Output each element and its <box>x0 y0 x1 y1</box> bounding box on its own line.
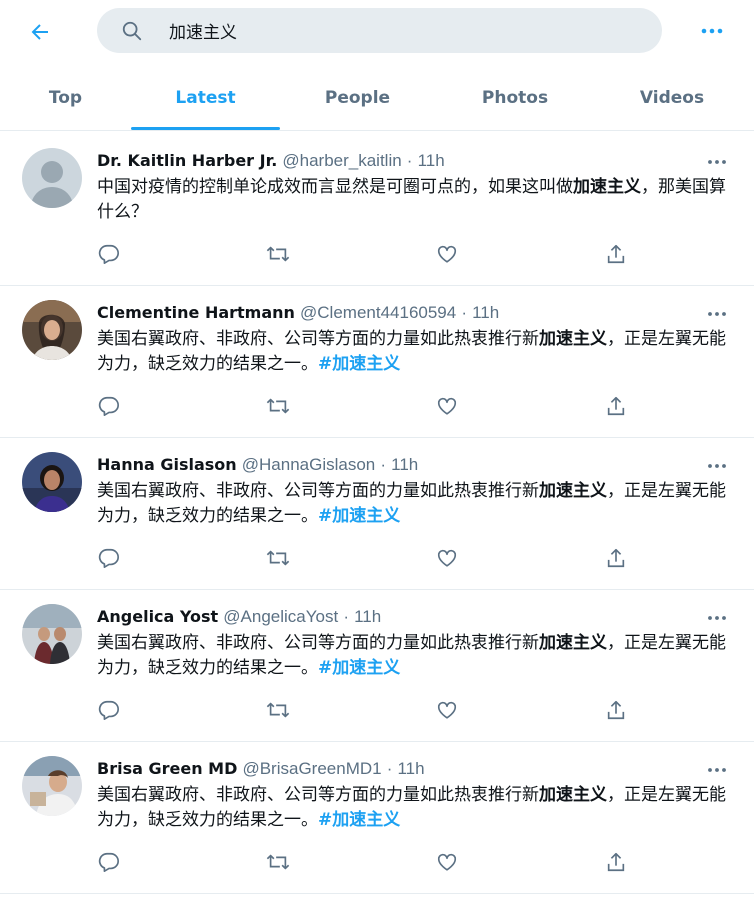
hashtag-link[interactable]: #加速主义 <box>318 506 400 526</box>
separator: · <box>380 455 387 474</box>
tweet-text: 美国右翼政府、非政府、公司等方面的力量如此热衷推行新加速主义，正是左翼无能为力，… <box>97 479 727 529</box>
timestamp[interactable]: 11h <box>397 759 424 778</box>
tweet-header: Brisa Green MD @BrisaGreenMD1 · 11h <box>97 758 425 780</box>
tweet-text-before: 美国右翼政府、非政府、公司等方面的力量如此热衷推行新 <box>97 481 539 501</box>
avatar[interactable] <box>22 300 82 360</box>
separator: · <box>406 151 413 170</box>
tweet-text-before: 美国右翼政府、非政府、公司等方面的力量如此热衷推行新 <box>97 633 539 653</box>
timestamp[interactable]: 11h <box>418 151 445 170</box>
avatar[interactable] <box>22 604 82 664</box>
author-handle[interactable]: @Clement44160594 <box>300 303 456 322</box>
heart-icon[interactable] <box>435 850 459 874</box>
search-tabs: Top Latest People Photos Videos <box>0 66 754 130</box>
tweet[interactable]: Angelica Yost @AngelicaYost · 11h 美国右翼政府、… <box>0 590 754 742</box>
search-header: 加速主义 Top Latest People Photos Videos <box>0 0 754 131</box>
retweet-icon[interactable] <box>266 546 290 570</box>
tweet[interactable]: Hanna Gislason @HannaGislason · 11h 美国右翼政… <box>0 438 754 590</box>
reply-icon[interactable] <box>97 850 121 874</box>
tweet-text: 美国右翼政府、非政府、公司等方面的力量如此热衷推行新加速主义，正是左翼无能为力，… <box>97 783 727 833</box>
tweet[interactable]: Brisa Green MD @BrisaGreenMD1 · 11h 美国右翼政… <box>0 742 754 894</box>
back-arrow-icon[interactable] <box>24 16 56 48</box>
retweet-icon[interactable] <box>266 698 290 722</box>
avatar[interactable] <box>22 148 82 208</box>
retweet-icon[interactable] <box>266 242 290 266</box>
tweet-actions <box>97 698 637 722</box>
separator: · <box>386 759 393 778</box>
retweet-icon[interactable] <box>266 850 290 874</box>
share-icon[interactable] <box>604 698 628 722</box>
tweet-text-highlight: 加速主义 <box>573 177 641 197</box>
more-horizontal-icon[interactable] <box>704 456 730 476</box>
author-name[interactable]: Clementine Hartmann <box>97 303 295 322</box>
share-icon[interactable] <box>604 394 628 418</box>
tab-latest[interactable]: Latest <box>131 66 280 130</box>
tweet-text-highlight: 加速主义 <box>539 785 607 805</box>
more-horizontal-icon[interactable] <box>694 16 730 46</box>
tweet-actions <box>97 242 637 266</box>
avatar[interactable] <box>22 452 82 512</box>
author-name[interactable]: Dr. Kaitlin Harber Jr. <box>97 151 277 170</box>
tweet-text: 美国右翼政府、非政府、公司等方面的力量如此热衷推行新加速主义，正是左翼无能为力，… <box>97 327 727 377</box>
more-horizontal-icon[interactable] <box>704 760 730 780</box>
tweet-actions <box>97 850 637 874</box>
search-query: 加速主义 <box>169 23 237 43</box>
search-input[interactable]: 加速主义 <box>97 8 662 53</box>
more-horizontal-icon[interactable] <box>704 608 730 628</box>
tab-people[interactable]: People <box>280 66 435 130</box>
tab-photos[interactable]: Photos <box>435 66 595 130</box>
tweet-text-highlight: 加速主义 <box>539 633 607 653</box>
share-icon[interactable] <box>604 546 628 570</box>
share-icon[interactable] <box>604 850 628 874</box>
tab-top[interactable]: Top <box>0 66 131 130</box>
author-handle[interactable]: @AngelicaYost <box>223 607 338 626</box>
tweet-text-highlight: 加速主义 <box>539 329 607 349</box>
more-horizontal-icon[interactable] <box>704 304 730 324</box>
tweet[interactable]: Clementine Hartmann @Clement44160594 · 1… <box>0 286 754 438</box>
tweet-text-before: 中国对疫情的控制单论成效而言显然是可圈可点的，如果这叫做 <box>97 177 573 197</box>
heart-icon[interactable] <box>435 698 459 722</box>
hashtag-link[interactable]: #加速主义 <box>318 810 400 830</box>
separator: · <box>343 607 349 626</box>
tweet-actions <box>97 546 637 570</box>
author-handle[interactable]: @HannaGislason <box>242 455 376 474</box>
avatar[interactable] <box>22 756 82 816</box>
author-name[interactable]: Angelica Yost <box>97 607 218 626</box>
tweet[interactable]: Dr. Kaitlin Harber Jr. @harber_kaitlin ·… <box>0 134 754 286</box>
retweet-icon[interactable] <box>266 394 290 418</box>
heart-icon[interactable] <box>435 394 459 418</box>
search-icon <box>122 21 142 40</box>
tweet-text-before: 美国右翼政府、非政府、公司等方面的力量如此热衷推行新 <box>97 329 539 349</box>
share-icon[interactable] <box>604 242 628 266</box>
more-horizontal-icon[interactable] <box>704 152 730 172</box>
author-name[interactable]: Hanna Gislason <box>97 455 237 474</box>
separator: · <box>461 303 467 322</box>
heart-icon[interactable] <box>435 242 459 266</box>
tweet-text-before: 美国右翼政府、非政府、公司等方面的力量如此热衷推行新 <box>97 785 539 805</box>
reply-icon[interactable] <box>97 698 121 722</box>
author-handle[interactable]: @BrisaGreenMD1 <box>242 759 381 778</box>
tweet-text: 美国右翼政府、非政府、公司等方面的力量如此热衷推行新加速主义，正是左翼无能为力，… <box>97 631 727 681</box>
tab-videos[interactable]: Videos <box>595 66 749 130</box>
hashtag-link[interactable]: #加速主义 <box>318 658 400 678</box>
tweet-header: Angelica Yost @AngelicaYost · 11h <box>97 606 381 628</box>
timestamp[interactable]: 11h <box>354 607 381 626</box>
author-handle[interactable]: @harber_kaitlin <box>282 151 401 170</box>
reply-icon[interactable] <box>97 546 121 570</box>
active-tab-indicator <box>131 127 280 130</box>
author-name[interactable]: Brisa Green MD <box>97 759 237 778</box>
tweet-text-highlight: 加速主义 <box>539 481 607 501</box>
tweet-header: Dr. Kaitlin Harber Jr. @harber_kaitlin ·… <box>97 150 445 172</box>
tweet-actions <box>97 394 637 418</box>
reply-icon[interactable] <box>97 394 121 418</box>
timestamp[interactable]: 11h <box>391 455 418 474</box>
hashtag-link[interactable]: #加速主义 <box>318 354 400 374</box>
tweet-header: Clementine Hartmann @Clement44160594 · 1… <box>97 302 499 324</box>
reply-icon[interactable] <box>97 242 121 266</box>
timestamp[interactable]: 11h <box>472 303 499 322</box>
heart-icon[interactable] <box>435 546 459 570</box>
tweet-header: Hanna Gislason @HannaGislason · 11h <box>97 454 418 476</box>
tweet-text: 中国对疫情的控制单论成效而言显然是可圈可点的，如果这叫做加速主义，那美国算什么？ <box>97 175 727 225</box>
